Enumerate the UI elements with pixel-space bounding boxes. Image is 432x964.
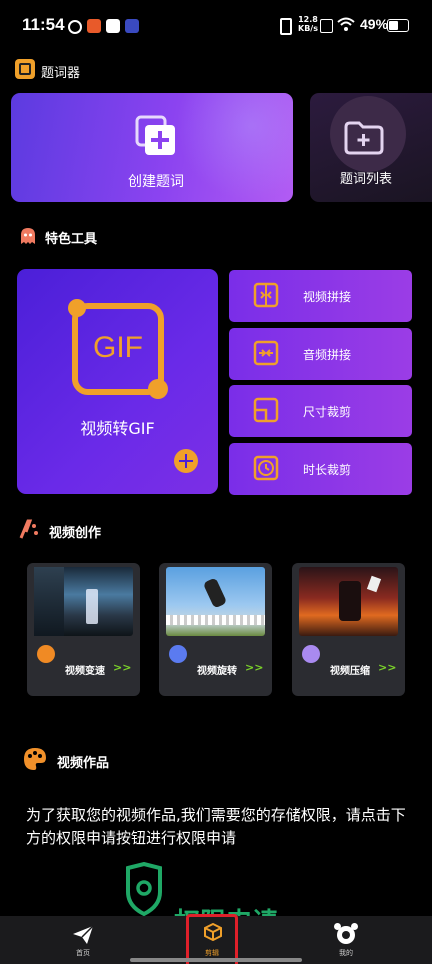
shield-icon	[126, 862, 162, 916]
create-teleprompter-label: 创建题词	[128, 174, 184, 190]
video-rotate-label: 视频旋转	[197, 666, 237, 677]
status-time: 11:54	[22, 15, 65, 34]
teleprompter-list-card[interactable]: 题词列表	[310, 93, 432, 202]
permission-message: 为了获取您的视频作品,我们需要您的存储权限，请点击下方的权限申请按钮进行权限申请	[26, 806, 406, 847]
add-circle-icon	[174, 449, 198, 473]
create-teleprompter-card[interactable]: 创建题词	[11, 93, 293, 202]
permission-request-button[interactable]: 权限申请	[124, 862, 314, 916]
alarm-clock-icon	[334, 923, 358, 944]
compress-thumbnail	[299, 567, 398, 636]
duration-crop-button[interactable]: 时长裁剪	[229, 443, 412, 495]
video-speed-arrow: >>	[113, 661, 132, 674]
gif-icon-text: GIF	[93, 331, 143, 364]
video-rotate-arrow: >>	[245, 661, 264, 674]
nav-home-label: 首页	[76, 949, 90, 957]
app-notification-icon	[68, 20, 82, 34]
video-speed-label: 视频变速	[65, 666, 105, 677]
wifi-icon	[337, 17, 355, 31]
tools-section-title: 特色工具	[45, 232, 98, 247]
video-compress-label: 视频压缩	[330, 666, 370, 677]
size-crop-button[interactable]: 尺寸裁剪	[229, 385, 412, 437]
vibrate-icon	[280, 18, 292, 35]
box-icon	[204, 923, 222, 941]
teleprompter-section-title: 题词器	[41, 66, 81, 81]
video-merge-icon	[253, 282, 279, 308]
compress-dot-icon	[302, 645, 320, 663]
add-copy-icon	[135, 115, 175, 155]
home-indicator	[130, 958, 302, 962]
nfc-icon	[320, 19, 333, 33]
video-to-gif-card[interactable]: GIF 视频转GIF	[17, 269, 218, 494]
paper-plane-icon	[73, 925, 94, 944]
net-speed-unit: KB/s	[298, 24, 318, 33]
video-rotate-card[interactable]: 视频旋转 >>	[159, 563, 272, 696]
size-crop-icon	[253, 397, 279, 423]
creation-icon	[19, 519, 38, 539]
net-speed-value: 12.8	[298, 15, 318, 24]
add-folder-icon	[344, 121, 384, 155]
video-compress-arrow: >>	[378, 661, 397, 674]
video-merge-button[interactable]: 视频拼接	[229, 270, 412, 322]
status-bar: 11:54 12.8 KB/s 49%	[0, 0, 432, 52]
audio-merge-label: 音频拼接	[303, 348, 352, 362]
audio-merge-icon	[253, 340, 279, 366]
audio-merge-button[interactable]: 音频拼接	[229, 328, 412, 380]
mail-icon	[106, 19, 120, 33]
nav-home[interactable]: 首页	[63, 922, 103, 962]
ghost-icon	[21, 228, 35, 244]
clock-icon	[253, 455, 279, 481]
speed-thumbnail	[34, 567, 133, 636]
rotate-thumbnail	[166, 567, 265, 636]
nav-clip[interactable]: 剪辑	[186, 914, 238, 964]
size-crop-label: 尺寸裁剪	[303, 405, 352, 419]
battery-percent: 49%	[360, 16, 389, 32]
video-speed-card[interactable]: 视频变速 >>	[27, 563, 140, 696]
red-app-icon	[87, 19, 101, 33]
nav-mine-label: 我的	[339, 949, 353, 957]
nav-mine[interactable]: 我的	[326, 922, 366, 962]
video-compress-card[interactable]: 视频压缩 >>	[292, 563, 405, 696]
battery-icon	[387, 19, 409, 32]
net-speed: 12.8 KB/s	[298, 15, 318, 33]
works-section-title: 视频作品	[57, 756, 110, 771]
teleprompter-list-label: 题词列表	[339, 172, 392, 187]
video-merge-label: 视频拼接	[303, 290, 352, 304]
play-app-icon	[125, 19, 139, 33]
nav-clip-label: 剪辑	[205, 949, 219, 957]
duration-crop-label: 时长裁剪	[303, 463, 352, 477]
palette-icon	[24, 748, 46, 770]
teleprompter-logo-icon	[15, 59, 35, 79]
creation-section-title: 视频创作	[49, 526, 102, 541]
gif-icon: GIF	[68, 299, 168, 399]
video-to-gif-label: 视频转GIF	[80, 419, 155, 438]
speed-dot-icon	[37, 645, 55, 663]
rotate-dot-icon	[169, 645, 187, 663]
